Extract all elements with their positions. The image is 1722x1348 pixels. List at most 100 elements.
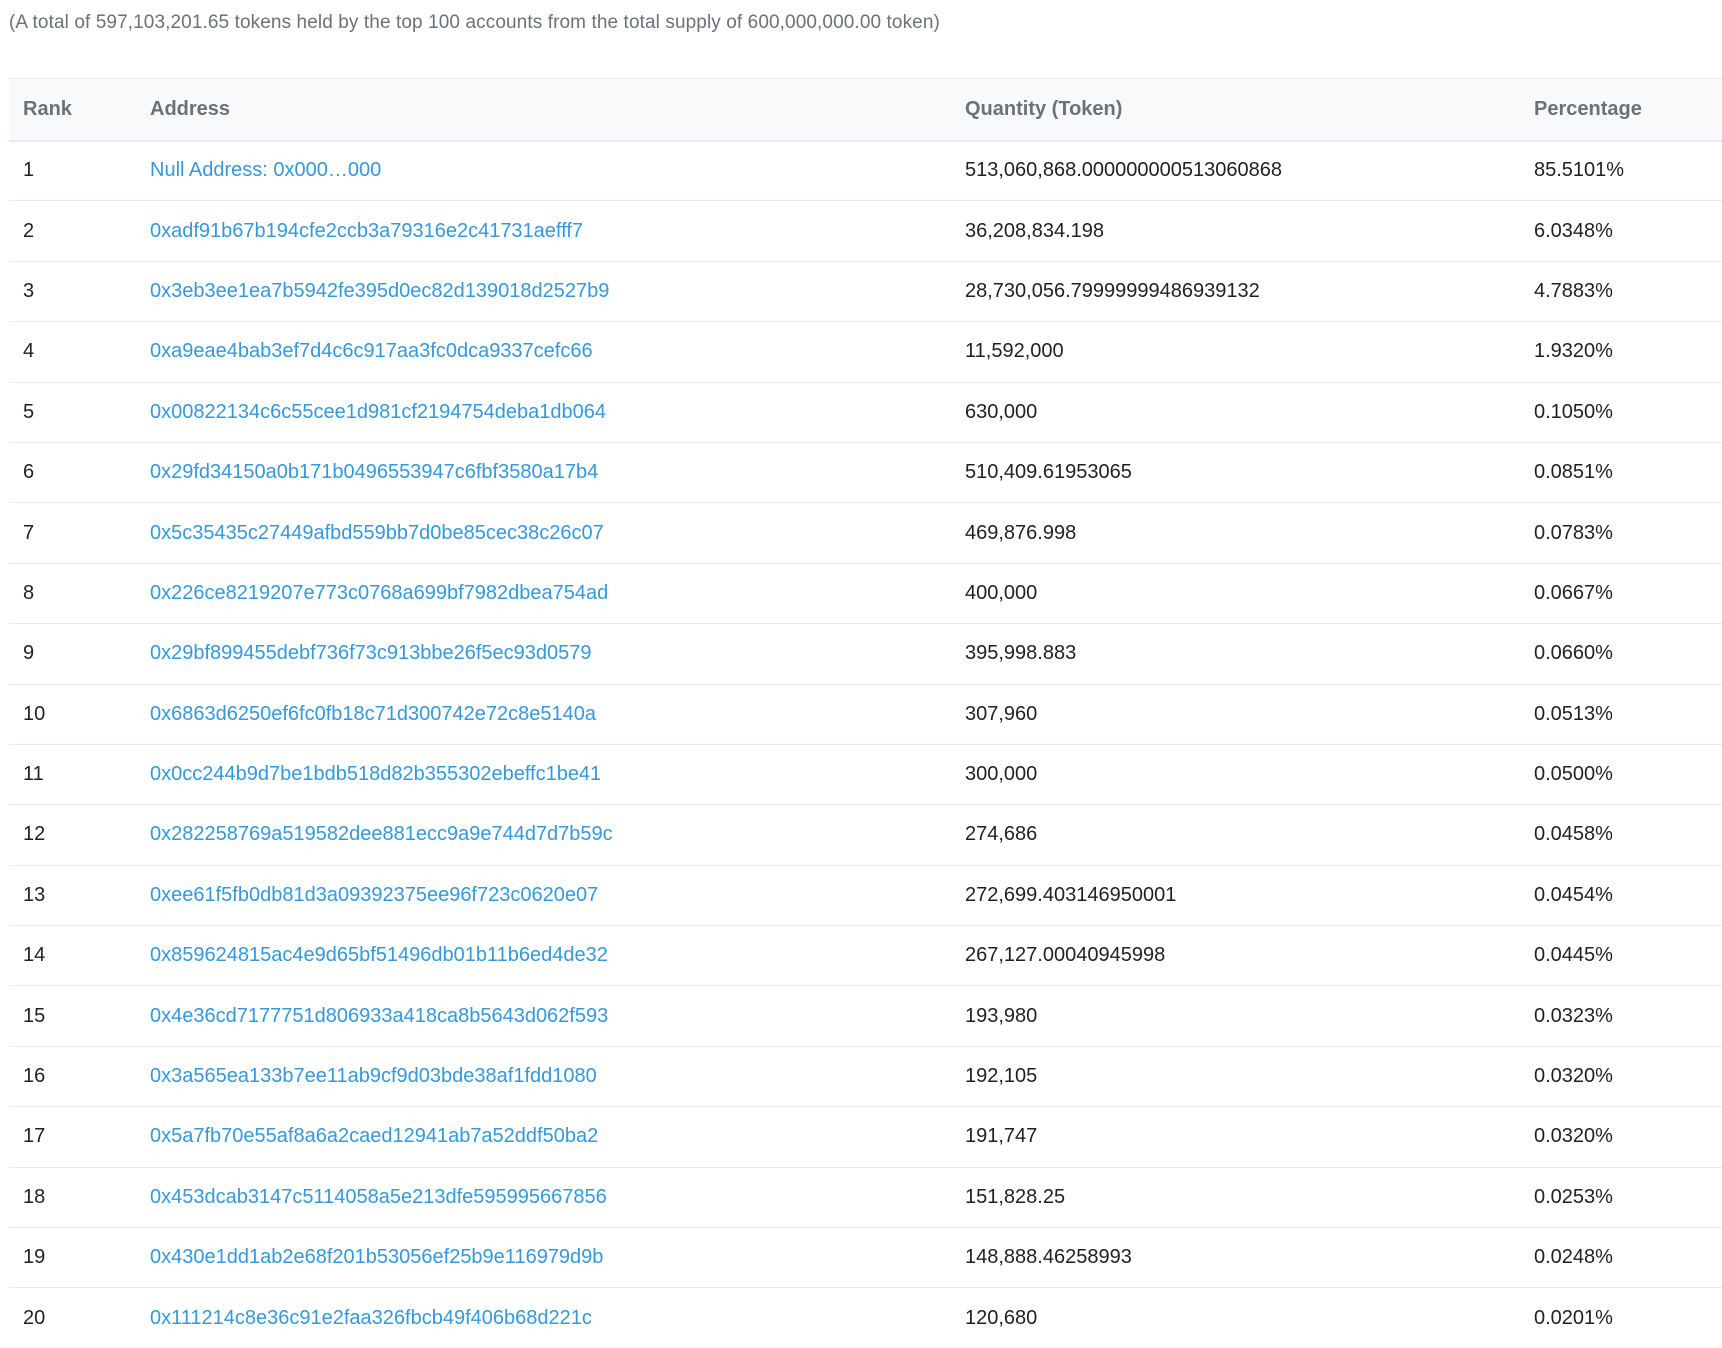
quantity-cell: 267,127.00040945998 bbox=[951, 925, 1520, 987]
address-link[interactable]: 0x00822134c6c55cee1d981cf2194754deba1db0… bbox=[150, 401, 606, 423]
table-row: 17 0x5a7fb70e55af8a6a2caed12941ab7a52ddf… bbox=[9, 1106, 1722, 1168]
rank-cell: 9 bbox=[9, 623, 136, 685]
rank-cell: 14 bbox=[9, 925, 136, 987]
table-row: 15 0x4e36cd7177751d806933a418ca8b5643d06… bbox=[9, 985, 1722, 1047]
percentage-cell: 6.0348% bbox=[1520, 200, 1722, 262]
address-cell: 0x0cc244b9d7be1bdb518d82b355302ebeffc1be… bbox=[136, 744, 951, 806]
address-link[interactable]: 0x29fd34150a0b171b0496553947c6fbf3580a17… bbox=[150, 461, 598, 483]
quantity-cell: 630,000 bbox=[951, 382, 1520, 443]
rank-cell: 10 bbox=[9, 684, 136, 745]
quantity-cell: 120,680 bbox=[965, 1306, 1038, 1329]
quantity-cell: 274,686 bbox=[951, 804, 1520, 866]
quantity-cell: 151,828.25 bbox=[951, 1167, 1520, 1229]
quantity-cell: 307,960 bbox=[951, 684, 1520, 745]
percentage-cell: 0.0320% bbox=[1520, 1106, 1722, 1168]
address-cell: 0x226ce8219207e773c0768a699bf7982dbea754… bbox=[136, 563, 951, 625]
quantity-cell: 28,730,056.79999999486939132 bbox=[951, 261, 1520, 323]
address-cell: 0x5c35435c27449afbd559bb7d0be85cec38c26c… bbox=[136, 502, 951, 564]
quantity-cell: 36,208,834.198 bbox=[951, 200, 1520, 262]
table-row: 16 0x3a565ea133b7ee11ab9cf9d03bde38af1fd… bbox=[9, 1046, 1722, 1108]
address-cell: 0x6863d6250ef6fc0fb18c71d300742e72c8e514… bbox=[136, 684, 951, 745]
rank-cell: 12 bbox=[9, 804, 136, 866]
address-cell: 0x29bf899455debf736f73c913bbe26f5ec93d05… bbox=[136, 623, 951, 685]
address-cell: 0x3a565ea133b7ee11ab9cf9d03bde38af1fdd10… bbox=[136, 1046, 951, 1108]
quantity-cell: 510,409.61953065 bbox=[951, 442, 1520, 504]
rank-cell: 15 bbox=[9, 985, 136, 1047]
address-cell: 0x453dcab3147c5114058a5e213dfe5959956678… bbox=[136, 1167, 951, 1229]
rank-cell: 20 bbox=[23, 1306, 46, 1329]
address-link[interactable]: Null Address: 0x000…000 bbox=[150, 159, 381, 181]
address-link[interactable]: 0x430e1dd1ab2e68f201b53056ef25b9e116979d… bbox=[150, 1246, 603, 1268]
rank-cell: 17 bbox=[9, 1106, 136, 1168]
table-header: Rank Address Quantity (Token) Percentage bbox=[9, 78, 1722, 142]
rank-cell: 18 bbox=[9, 1167, 136, 1229]
table-row: 3 0x3eb3ee1ea7b5942fe395d0ec82d139018d25… bbox=[9, 261, 1722, 323]
address-link[interactable]: 0xadf91b67b194cfe2ccb3a79316e2c41731aeff… bbox=[150, 220, 583, 242]
address-link[interactable]: 0xa9eae4bab3ef7d4c6c917aa3fc0dca9337cefc… bbox=[150, 340, 593, 362]
address-link[interactable]: 0x282258769a519582dee881ecc9a9e744d7d7b5… bbox=[150, 823, 613, 845]
address-link[interactable]: 0x3eb3ee1ea7b5942fe395d0ec82d139018d2527… bbox=[150, 280, 609, 302]
address-link[interactable]: 0x29bf899455debf736f73c913bbe26f5ec93d05… bbox=[150, 642, 592, 664]
address-cell: 0x282258769a519582dee881ecc9a9e744d7d7b5… bbox=[136, 804, 951, 866]
address-link[interactable]: 0x111214c8e36c91e2faa326fbcb49f406b68d22… bbox=[150, 1307, 592, 1329]
table-row: 19 0x430e1dd1ab2e68f201b53056ef25b9e1169… bbox=[9, 1227, 1722, 1289]
quantity-cell: 192,105 bbox=[951, 1046, 1520, 1108]
quantity-cell: 513,060,868.000000000513060868 bbox=[951, 140, 1520, 202]
address-cell: 0x29fd34150a0b171b0496553947c6fbf3580a17… bbox=[136, 442, 951, 504]
percentage-cell: 0.0445% bbox=[1520, 925, 1722, 987]
address-column-header: Address bbox=[136, 78, 951, 142]
address-link[interactable]: 0x4e36cd7177751d806933a418ca8b5643d062f5… bbox=[150, 1005, 608, 1027]
address-link[interactable]: 0x453dcab3147c5114058a5e213dfe5959956678… bbox=[150, 1186, 607, 1208]
table-row: 5 0x00822134c6c55cee1d981cf2194754deba1d… bbox=[9, 382, 1722, 443]
address-cell: 0xadf91b67b194cfe2ccb3a79316e2c41731aeff… bbox=[136, 200, 951, 262]
quantity-cell: 191,747 bbox=[951, 1106, 1520, 1168]
table-row: 7 0x5c35435c27449afbd559bb7d0be85cec38c2… bbox=[9, 502, 1722, 564]
quantity-cell: 395,998.883 bbox=[951, 623, 1520, 685]
table-row: 14 0x859624815ac4e9d65bf51496db01b11b6ed… bbox=[9, 925, 1722, 987]
address-link[interactable]: 0x3a565ea133b7ee11ab9cf9d03bde38af1fdd10… bbox=[150, 1065, 597, 1087]
rank-cell: 4 bbox=[9, 321, 136, 383]
percentage-cell: 0.0513% bbox=[1520, 684, 1722, 745]
address-cell: 0x859624815ac4e9d65bf51496db01b11b6ed4de… bbox=[136, 925, 951, 987]
percentage-cell: 0.0458% bbox=[1520, 804, 1722, 866]
table-row: 12 0x282258769a519582dee881ecc9a9e744d7d… bbox=[9, 804, 1722, 866]
address-cell: 0x00822134c6c55cee1d981cf2194754deba1db0… bbox=[136, 382, 951, 443]
table-row: 1 Null Address: 0x000…000 513,060,868.00… bbox=[9, 140, 1722, 202]
address-link[interactable]: 0x6863d6250ef6fc0fb18c71d300742e72c8e514… bbox=[150, 703, 596, 725]
address-link[interactable]: 0x5a7fb70e55af8a6a2caed12941ab7a52ddf50b… bbox=[150, 1125, 598, 1147]
percentage-cell: 0.0323% bbox=[1520, 985, 1722, 1047]
table-row: 2 0xadf91b67b194cfe2ccb3a79316e2c41731ae… bbox=[9, 200, 1722, 262]
rank-cell: 3 bbox=[9, 261, 136, 323]
rank-cell: 5 bbox=[9, 382, 136, 443]
address-cell: 0xa9eae4bab3ef7d4c6c917aa3fc0dca9337cefc… bbox=[136, 321, 951, 383]
address-link[interactable]: 0x859624815ac4e9d65bf51496db01b11b6ed4de… bbox=[150, 944, 608, 966]
address-link[interactable]: 0xee61f5fb0db81d3a09392375ee96f723c0620e… bbox=[150, 884, 598, 906]
table-row: 10 0x6863d6250ef6fc0fb18c71d300742e72c8e… bbox=[9, 684, 1722, 745]
table-row: 6 0x29fd34150a0b171b0496553947c6fbf3580a… bbox=[9, 442, 1722, 504]
percentage-cell: 0.0660% bbox=[1520, 623, 1722, 685]
table-row: 4 0xa9eae4bab3ef7d4c6c917aa3fc0dca9337ce… bbox=[9, 321, 1722, 383]
percentage-cell: 0.0320% bbox=[1520, 1046, 1722, 1108]
address-cell: 0x3eb3ee1ea7b5942fe395d0ec82d139018d2527… bbox=[136, 261, 951, 323]
quantity-cell: 11,592,000 bbox=[951, 321, 1520, 383]
percentage-cell: 0.0667% bbox=[1520, 563, 1722, 625]
rank-cell: 1 bbox=[9, 140, 136, 202]
address-link[interactable]: 0x226ce8219207e773c0768a699bf7982dbea754… bbox=[150, 582, 608, 604]
rank-cell: 11 bbox=[9, 744, 136, 806]
quantity-cell: 148,888.46258993 bbox=[951, 1227, 1520, 1289]
rank-cell: 8 bbox=[9, 563, 136, 625]
table-row: 9 0x29bf899455debf736f73c913bbe26f5ec93d… bbox=[9, 623, 1722, 685]
address-link[interactable]: 0x5c35435c27449afbd559bb7d0be85cec38c26c… bbox=[150, 522, 604, 544]
rank-cell: 6 bbox=[9, 442, 136, 504]
table-body: 1 Null Address: 0x000…000 513,060,868.00… bbox=[9, 140, 1722, 1348]
percentage-cell: 0.0783% bbox=[1520, 502, 1722, 564]
address-cell: 0x5a7fb70e55af8a6a2caed12941ab7a52ddf50b… bbox=[136, 1106, 951, 1168]
table-row: 20 0x111214c8e36c91e2faa326fbcb49f406b68… bbox=[9, 1288, 1722, 1348]
table-header-row: Rank Address Quantity (Token) Percentage bbox=[9, 78, 1722, 142]
token-holders-table: Rank Address Quantity (Token) Percentage… bbox=[9, 78, 1722, 1348]
percentage-cell: 4.7883% bbox=[1520, 261, 1722, 323]
rank-cell: 7 bbox=[9, 502, 136, 564]
percentage-cell: 0.0253% bbox=[1520, 1167, 1722, 1229]
rank-column-header: Rank bbox=[9, 78, 136, 142]
address-link[interactable]: 0x0cc244b9d7be1bdb518d82b355302ebeffc1be… bbox=[150, 763, 601, 785]
